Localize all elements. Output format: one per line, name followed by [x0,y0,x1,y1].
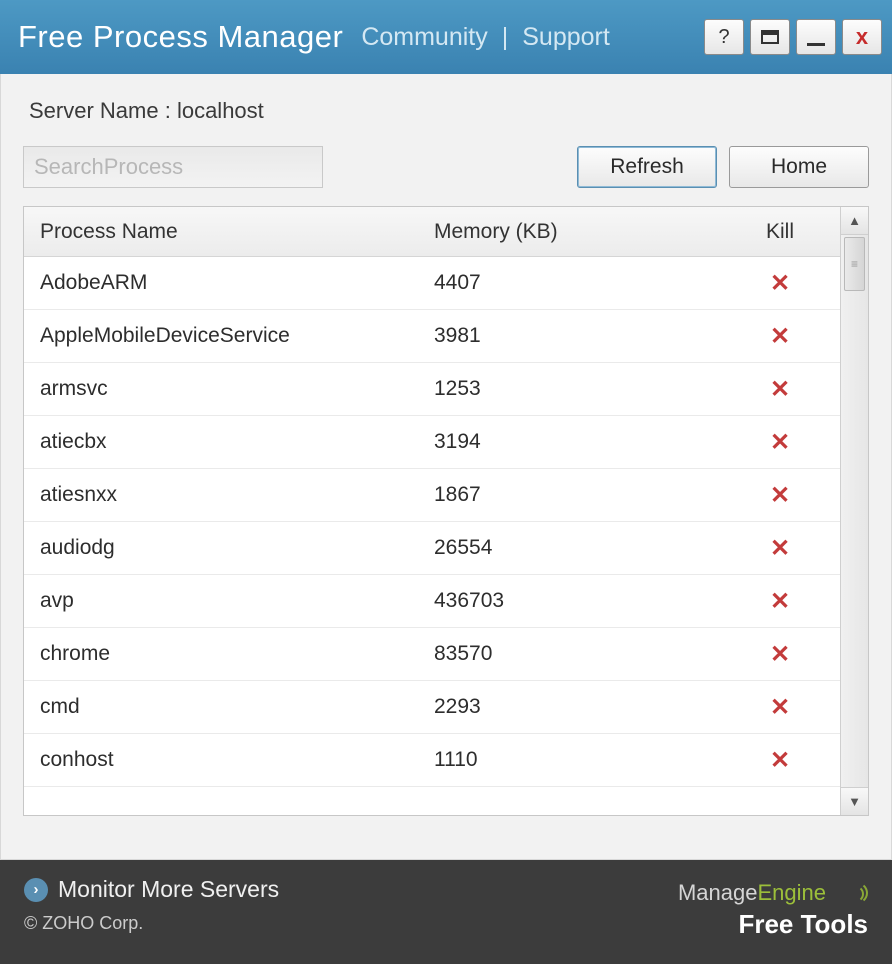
brand-manage: Manage [678,880,758,905]
table-body: AdobeARM4407✕AppleMobileDeviceService398… [24,257,840,787]
monitor-servers-link[interactable]: › Monitor More Servers [24,876,678,903]
link-separator: | [502,23,509,52]
header-process-name[interactable]: Process Name [24,220,434,244]
titlebar: Free Process Manager Community | Support… [0,0,892,74]
server-name-label: Server Name : localhost [29,98,869,124]
kill-button[interactable]: ✕ [770,322,790,351]
scroll-track[interactable] [841,235,868,787]
cell-memory: 26554 [434,536,734,560]
cell-memory: 2293 [434,695,734,719]
scroll-down-button[interactable]: ▼ [841,787,868,815]
main-body: Server Name : localhost Refresh Home Pro… [0,74,892,860]
help-button[interactable]: ? [704,19,744,55]
scroll-thumb[interactable] [844,237,865,291]
kill-button[interactable]: ✕ [770,640,790,669]
brand-engine: Engine [757,880,826,905]
kill-button[interactable]: ✕ [770,481,790,510]
cell-process-name: audiodg [24,536,434,560]
kill-button[interactable]: ✕ [770,269,790,298]
copyright: © ZOHO Corp. [24,913,678,934]
minimize-icon [807,43,825,46]
cell-memory: 3194 [434,430,734,454]
cell-process-name: avp [24,589,434,613]
chevron-right-icon: › [24,878,48,902]
cell-process-name: armsvc [24,377,434,401]
table-row: avp436703 ✕ [24,575,840,628]
kill-button[interactable]: ✕ [770,375,790,404]
table-row: armsvc1253 ✕ [24,363,840,416]
maximize-button[interactable] [750,19,790,55]
footer: › Monitor More Servers © ZOHO Corp. Mana… [0,860,892,964]
monitor-servers-label: Monitor More Servers [58,876,279,903]
table-content: Process Name Memory (KB) Kill AdobeARM44… [24,207,840,815]
brand-subtitle: Free Tools [678,909,868,940]
table-row: cmd2293 ✕ [24,681,840,734]
cell-memory: 83570 [434,642,734,666]
cell-process-name: AppleMobileDeviceService [24,324,434,348]
server-label: Server Name : [29,98,171,123]
kill-button[interactable]: ✕ [770,428,790,457]
server-value: localhost [177,98,264,123]
cell-memory: 1253 [434,377,734,401]
cell-process-name: AdobeARM [24,271,434,295]
brand-name: ManageEngine [678,880,868,907]
swirl-icon [832,881,868,907]
search-input[interactable] [23,146,323,188]
minimize-button[interactable] [796,19,836,55]
toolbar: Refresh Home [23,146,869,188]
kill-button[interactable]: ✕ [770,746,790,775]
close-button[interactable]: x [842,19,882,55]
kill-button[interactable]: ✕ [770,587,790,616]
process-table: Process Name Memory (KB) Kill AdobeARM44… [23,206,869,816]
cell-process-name: conhost [24,748,434,772]
scrollbar: ▲ ▼ [840,207,868,815]
table-row: audiodg26554 ✕ [24,522,840,575]
table-row: atiecbx3194 ✕ [24,416,840,469]
footer-left: › Monitor More Servers © ZOHO Corp. [24,876,678,934]
cell-process-name: chrome [24,642,434,666]
header-memory[interactable]: Memory (KB) [434,220,734,244]
cell-memory: 1867 [434,483,734,507]
kill-button[interactable]: ✕ [770,534,790,563]
home-button[interactable]: Home [729,146,869,188]
community-link[interactable]: Community [361,23,487,52]
table-row: AppleMobileDeviceService3981 ✕ [24,310,840,363]
app-title: Free Process Manager [18,19,343,55]
cell-memory: 4407 [434,271,734,295]
scroll-up-button[interactable]: ▲ [841,207,868,235]
maximize-icon [761,30,779,44]
header-kill[interactable]: Kill [734,220,840,244]
cell-process-name: cmd [24,695,434,719]
support-link[interactable]: Support [522,23,610,52]
footer-right: ManageEngine Free Tools [678,876,868,940]
table-header: Process Name Memory (KB) Kill [24,207,840,257]
table-row: chrome83570 ✕ [24,628,840,681]
cell-memory: 1110 [434,748,734,772]
cell-process-name: atiecbx [24,430,434,454]
refresh-button[interactable]: Refresh [577,146,717,188]
cell-memory: 436703 [434,589,734,613]
table-row: conhost1110 ✕ [24,734,840,787]
cell-memory: 3981 [434,324,734,348]
window-controls: ? x [704,19,882,55]
table-row: atiesnxx1867 ✕ [24,469,840,522]
titlebar-links: Community | Support [361,23,609,52]
table-row: AdobeARM4407 ✕ [24,257,840,310]
cell-process-name: atiesnxx [24,483,434,507]
kill-button[interactable]: ✕ [770,693,790,722]
